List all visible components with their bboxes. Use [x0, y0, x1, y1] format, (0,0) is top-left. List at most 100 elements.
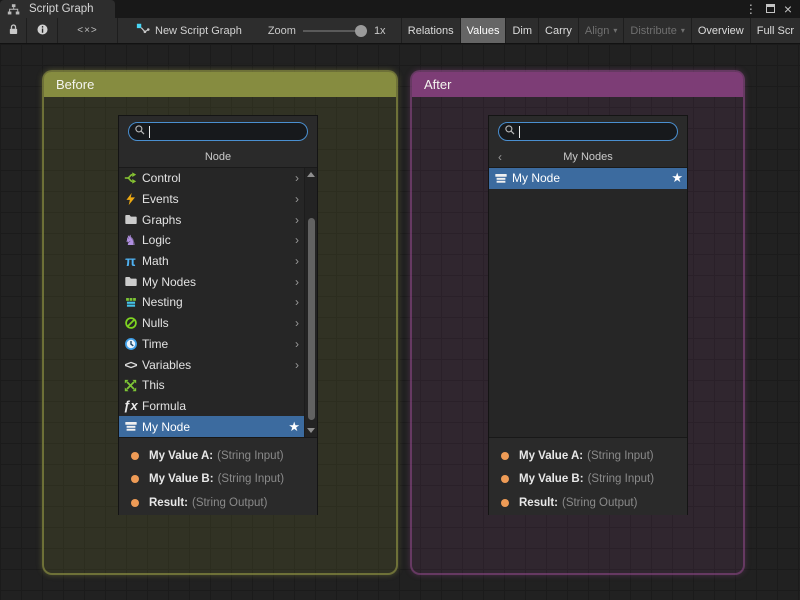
this-icon [122, 377, 139, 393]
finder-item-label: Logic [142, 233, 171, 247]
scroll-down-icon[interactable] [305, 425, 317, 436]
finder-item-label: Control [142, 171, 181, 185]
chevron-right-icon: › [295, 316, 304, 330]
new-graph-icon [136, 22, 150, 39]
finder-item-my-node[interactable]: My Node ★ [119, 416, 304, 437]
toolbar-toggles: Relations Values Dim Carry Align ▾ Distr… [401, 18, 800, 43]
events-icon [122, 191, 139, 207]
info-button[interactable] [27, 18, 58, 43]
chevron-down-icon: ▾ [681, 26, 685, 35]
port-dot[interactable] [131, 499, 139, 507]
logic-icon: ♞ [122, 232, 139, 248]
relations-button[interactable]: Relations [401, 18, 460, 43]
full-screen-button[interactable]: Full Scr [750, 18, 800, 43]
finder-item-label: Nulls [142, 316, 169, 330]
port-dot[interactable] [501, 499, 509, 507]
tab-script-graph[interactable]: Script Graph [0, 0, 115, 18]
port-dot[interactable] [131, 452, 139, 460]
overview-button[interactable]: Overview [691, 18, 750, 43]
back-icon[interactable]: ‹ [498, 147, 502, 168]
zoom-slider[interactable] [303, 25, 367, 37]
finder-item-variables[interactable]: <> Variables › [119, 354, 304, 375]
scroll-up-icon[interactable] [305, 169, 317, 180]
port-type: (String Input) [217, 450, 283, 462]
finder-item-my-nodes[interactable]: My Nodes › [119, 271, 304, 292]
scrollbar[interactable] [304, 168, 317, 437]
finder-header: ‹ My Nodes [489, 147, 687, 168]
group-before-header[interactable]: Before [44, 72, 396, 97]
ports-section: My Value A: (String Input) My Value B: (… [489, 437, 687, 515]
finder-item-label: Graphs [142, 213, 181, 227]
finder-item-label: Math [142, 254, 169, 268]
port-type: (String Input) [587, 450, 653, 462]
finder-item-label: Variables [142, 358, 191, 372]
variables-icon: <> [122, 357, 139, 373]
star-icon[interactable]: ★ [671, 170, 687, 186]
code-preview-button[interactable]: <×> [58, 18, 118, 43]
folder-icon [122, 274, 139, 290]
port-row: My Value B: (String Input) [119, 468, 317, 492]
star-icon[interactable]: ★ [288, 419, 304, 435]
align-label: Align [585, 25, 609, 37]
finder-item-math[interactable]: π Math › [119, 251, 304, 272]
nesting-icon [122, 294, 139, 310]
info-icon [36, 23, 49, 39]
finder-header: Node [119, 147, 317, 168]
dim-button[interactable]: Dim [505, 18, 538, 43]
search-input[interactable] [498, 122, 678, 141]
search-input[interactable] [128, 122, 308, 141]
unit-icon [122, 419, 139, 435]
port-row: My Value A: (String Input) [489, 444, 687, 468]
search-icon [504, 123, 516, 141]
search-area [489, 116, 687, 147]
folder-icon [122, 212, 139, 228]
finder-item-events[interactable]: Events › [119, 189, 304, 210]
finder-item-label: Events [142, 192, 179, 206]
distribute-dropdown[interactable]: Distribute ▾ [623, 18, 690, 43]
finder-item-label: Formula [142, 399, 186, 413]
scrollbar-thumb[interactable] [308, 218, 315, 420]
chevron-right-icon: › [295, 171, 304, 185]
values-button[interactable]: Values [460, 18, 506, 43]
finder-item-formula[interactable]: ƒx Formula [119, 396, 304, 417]
finder-item-control[interactable]: Control › [119, 168, 304, 189]
finder-item-graphs[interactable]: Graphs › [119, 209, 304, 230]
menu-icon[interactable]: ⋮ [745, 3, 757, 15]
distribute-label: Distribute [630, 25, 676, 37]
group-after-header[interactable]: After [412, 72, 743, 97]
port-name: My Value B: [519, 473, 584, 485]
port-type: (String Input) [588, 473, 654, 485]
finder-item-label: My Node [512, 171, 560, 185]
finder-item-my-node[interactable]: My Node ★ [489, 168, 687, 189]
lock-button[interactable] [0, 18, 27, 43]
maximize-icon[interactable] [766, 0, 775, 18]
zoom-slider-handle[interactable] [355, 25, 367, 37]
ports-section: My Value A: (String Input) My Value B: (… [119, 437, 317, 515]
finder-item-nesting[interactable]: Nesting › [119, 292, 304, 313]
port-name: My Value A: [149, 450, 213, 462]
port-name: My Value A: [519, 450, 583, 462]
port-dot[interactable] [501, 475, 509, 483]
window-controls: ⋮ × [745, 0, 800, 18]
graph-canvas[interactable]: Before After Node Control [0, 44, 800, 600]
port-dot[interactable] [131, 475, 139, 483]
align-dropdown[interactable]: Align ▾ [578, 18, 623, 43]
port-dot[interactable] [501, 452, 509, 460]
lock-icon [7, 23, 20, 39]
port-row: Result: (String Output) [489, 491, 687, 515]
toolbar: <×> New Script Graph Zoom 1x Relations V… [0, 18, 800, 44]
finder-item-logic[interactable]: ♞ Logic › [119, 230, 304, 251]
tab-bar: Script Graph ⋮ × [0, 0, 800, 18]
carry-button[interactable]: Carry [538, 18, 578, 43]
finder-item-time[interactable]: Time › [119, 334, 304, 355]
close-icon[interactable]: × [784, 2, 792, 16]
chevron-right-icon: › [295, 213, 304, 227]
port-name: My Value B: [149, 473, 214, 485]
chevron-right-icon: › [295, 192, 304, 206]
chevron-right-icon: › [295, 295, 304, 309]
new-script-graph-button[interactable]: New Script Graph [136, 18, 242, 43]
finder-item-this[interactable]: This [119, 375, 304, 396]
finder-item-nulls[interactable]: Nulls › [119, 313, 304, 334]
zoom-label: Zoom [268, 25, 296, 37]
fuzzy-finder-before: Node Control › Events › Graphs [118, 115, 318, 515]
